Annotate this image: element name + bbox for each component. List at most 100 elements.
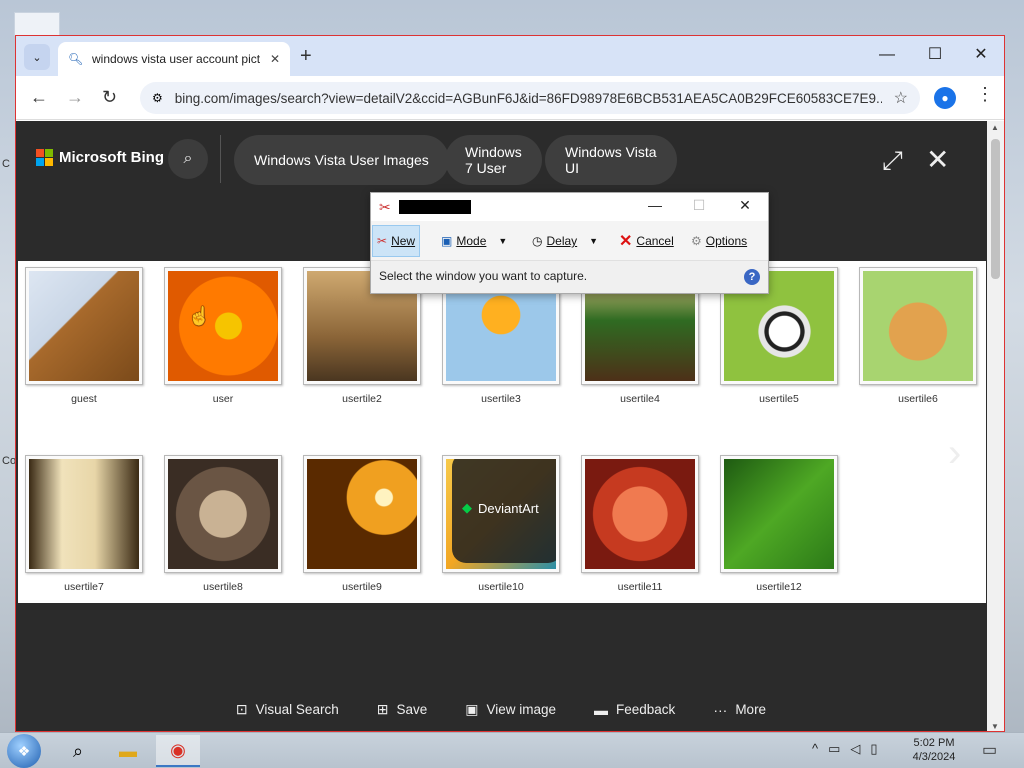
tile-caption: usertile4 <box>620 393 660 405</box>
windows-logo-icon: ❖ <box>17 743 31 759</box>
close-viewer-icon[interactable]: ✕ <box>926 143 949 176</box>
tile-caption: guest <box>71 393 97 405</box>
new-snip-button[interactable]: ✂ New <box>372 225 421 257</box>
image-actions-bar: ⊡ Visual Search ⊞ Save ▣ View image ▬ Feedba… <box>16 701 986 718</box>
cancel-label: Cancel <box>636 234 674 248</box>
new-tab-button[interactable]: + <box>300 45 312 67</box>
chrome-icon: ◉ <box>170 739 186 760</box>
view-image-button[interactable]: ▣ View image <box>465 701 556 718</box>
vertical-scrollbar[interactable]: ▲ ▼ <box>987 121 1004 731</box>
tile-user: user <box>164 267 282 405</box>
omnibox[interactable]: ⚙ bing.com/images/search?view=detailV2&c… <box>140 82 920 114</box>
pill-label: Windows <box>465 144 522 160</box>
save-plus-icon: ⊞ <box>376 701 389 717</box>
image-icon: ▣ <box>465 701 479 717</box>
search-button[interactable]: ⌕ <box>168 139 208 179</box>
scissors-icon: ✂ <box>379 199 391 215</box>
visual-search-icon: ⊡ <box>235 701 248 717</box>
tile-usertile7: usertile7 <box>25 455 143 593</box>
tab-strip: ⌄ 🔍︎ windows vista user account pict ✕ +… <box>16 36 1004 76</box>
snip-close-button[interactable]: ✕ <box>725 197 765 214</box>
mode-label: Mode <box>456 234 487 248</box>
related-search-pill[interactable]: Windows 7 User <box>445 135 542 185</box>
search-icon: 🔍︎ <box>68 52 84 66</box>
delay-button[interactable]: ◷ Delay ▼ <box>532 225 598 257</box>
tile-caption: usertile8 <box>203 581 243 593</box>
hand-cursor-icon: ☝ <box>188 306 211 326</box>
search-icon: ⌕ <box>183 150 193 167</box>
dropdown-arrow-icon[interactable]: ▼ <box>589 236 598 246</box>
clock-icon: ◷ <box>532 234 543 248</box>
scroll-down-icon[interactable]: ▼ <box>991 722 999 731</box>
action-label: Visual Search <box>255 702 339 717</box>
address-bar-row: ← → ↻ ⚙ bing.com/images/search?view=deta… <box>16 76 1004 120</box>
new-label: New <box>391 234 416 248</box>
cancel-x-icon: ✕ <box>619 233 633 250</box>
more-button[interactable]: ··· More <box>713 701 766 718</box>
taskbar-file-explorer[interactable]: ▬ <box>106 735 150 767</box>
network-icon[interactable]: ▭ <box>828 741 840 757</box>
image-preview[interactable]: guest user usertile2 usertile3 usertile4… <box>18 261 986 603</box>
visual-search-button[interactable]: ⊡ Visual Search <box>236 701 339 718</box>
search-icon: ⌕ <box>72 740 84 761</box>
related-search-pill[interactable]: Windows Vista User Images <box>234 135 449 185</box>
options-button[interactable]: ⚙ Options <box>691 225 747 257</box>
gear-icon: ⚙ <box>691 234 702 248</box>
taskbar-clock[interactable]: 5:02 PM 4/3/2024 <box>906 736 962 764</box>
start-button[interactable]: ❖ <box>7 734 41 768</box>
tray-overflow-icon[interactable]: ^ <box>812 741 818 757</box>
desktop-label: Co <box>2 455 17 467</box>
profile-avatar[interactable]: ● <box>934 87 956 109</box>
tab-title: windows vista user account pict <box>92 52 260 66</box>
snip-minimize-button[interactable]: — <box>635 197 675 213</box>
tile-caption: usertile6 <box>898 393 938 405</box>
deviantart-icon: ◆ <box>462 500 472 515</box>
tile-caption: usertile2 <box>342 393 382 405</box>
save-button[interactable]: ⊞ Save <box>377 701 428 718</box>
maximize-button[interactable]: ☐ <box>912 42 958 68</box>
back-arrow-icon[interactable]: ← <box>30 86 48 108</box>
taskbar-chrome[interactable]: ◉ <box>156 735 200 767</box>
cancel-button[interactable]: ✕ Cancel <box>619 225 674 257</box>
next-image-arrow-icon[interactable]: › <box>948 431 961 476</box>
bing-logo[interactable]: Microsoft Bing <box>36 149 164 166</box>
delay-label: Delay <box>546 234 578 248</box>
snip-maximize-button: ☐ <box>692 197 706 213</box>
volume-muted-icon[interactable]: ◁ <box>850 741 860 757</box>
scrollbar-thumb[interactable] <box>991 139 1000 279</box>
tile-guest: guest <box>25 267 143 405</box>
feedback-icon: ▬ <box>594 701 609 718</box>
site-settings-icon[interactable]: ⚙ <box>152 91 163 105</box>
status-label: Select the window you want to capture. <box>379 269 588 283</box>
help-icon[interactable]: ? <box>744 269 760 285</box>
notifications-icon[interactable]: ▭ <box>982 740 997 760</box>
browser-window: ⌄ 🔍︎ windows vista user account pict ✕ +… <box>15 35 1005 732</box>
dropdown-arrow-icon[interactable]: ▼ <box>498 236 507 246</box>
tile-usertile10: ◆ DeviantArt usertile10 <box>442 455 560 593</box>
menu-kebab-icon[interactable]: ⋮ <box>976 84 994 105</box>
tile-usertile11: usertile11 <box>581 455 699 593</box>
reload-icon[interactable]: ↻ <box>102 86 117 108</box>
tile-usertile12: usertile12 <box>720 455 838 593</box>
forward-arrow-icon[interactable]: → <box>66 86 84 108</box>
taskbar-search-button[interactable]: ⌕ <box>56 735 100 767</box>
bookmark-star-icon[interactable]: ☆ <box>894 88 908 108</box>
expand-icon[interactable]: ⤢ <box>882 145 903 177</box>
mode-button[interactable]: ▣ Mode ▼ <box>441 225 507 257</box>
scroll-up-icon[interactable]: ▲ <box>991 123 999 132</box>
close-tab-icon[interactable]: ✕ <box>270 52 280 66</box>
tile-caption: usertile10 <box>478 581 524 593</box>
power-icon[interactable]: ▯ <box>870 741 877 757</box>
more-dots-icon: ··· <box>713 701 728 718</box>
system-tray: ^ ▭ ◁ ▯ <box>812 741 878 757</box>
desktop-icon[interactable] <box>14 12 60 36</box>
minimize-button[interactable]: — <box>864 42 910 68</box>
related-search-pill[interactable]: Windows Vista UI <box>545 135 677 185</box>
tile-caption: usertile12 <box>756 581 802 593</box>
clock-time: 5:02 PM <box>913 737 955 749</box>
close-window-button[interactable]: ✕ <box>958 42 1004 68</box>
tile-caption: usertile3 <box>481 393 521 405</box>
feedback-button[interactable]: ▬ Feedback <box>594 701 675 718</box>
tab-search-button[interactable]: ⌄ <box>24 44 50 70</box>
browser-tab[interactable]: 🔍︎ windows vista user account pict ✕ <box>58 42 290 76</box>
